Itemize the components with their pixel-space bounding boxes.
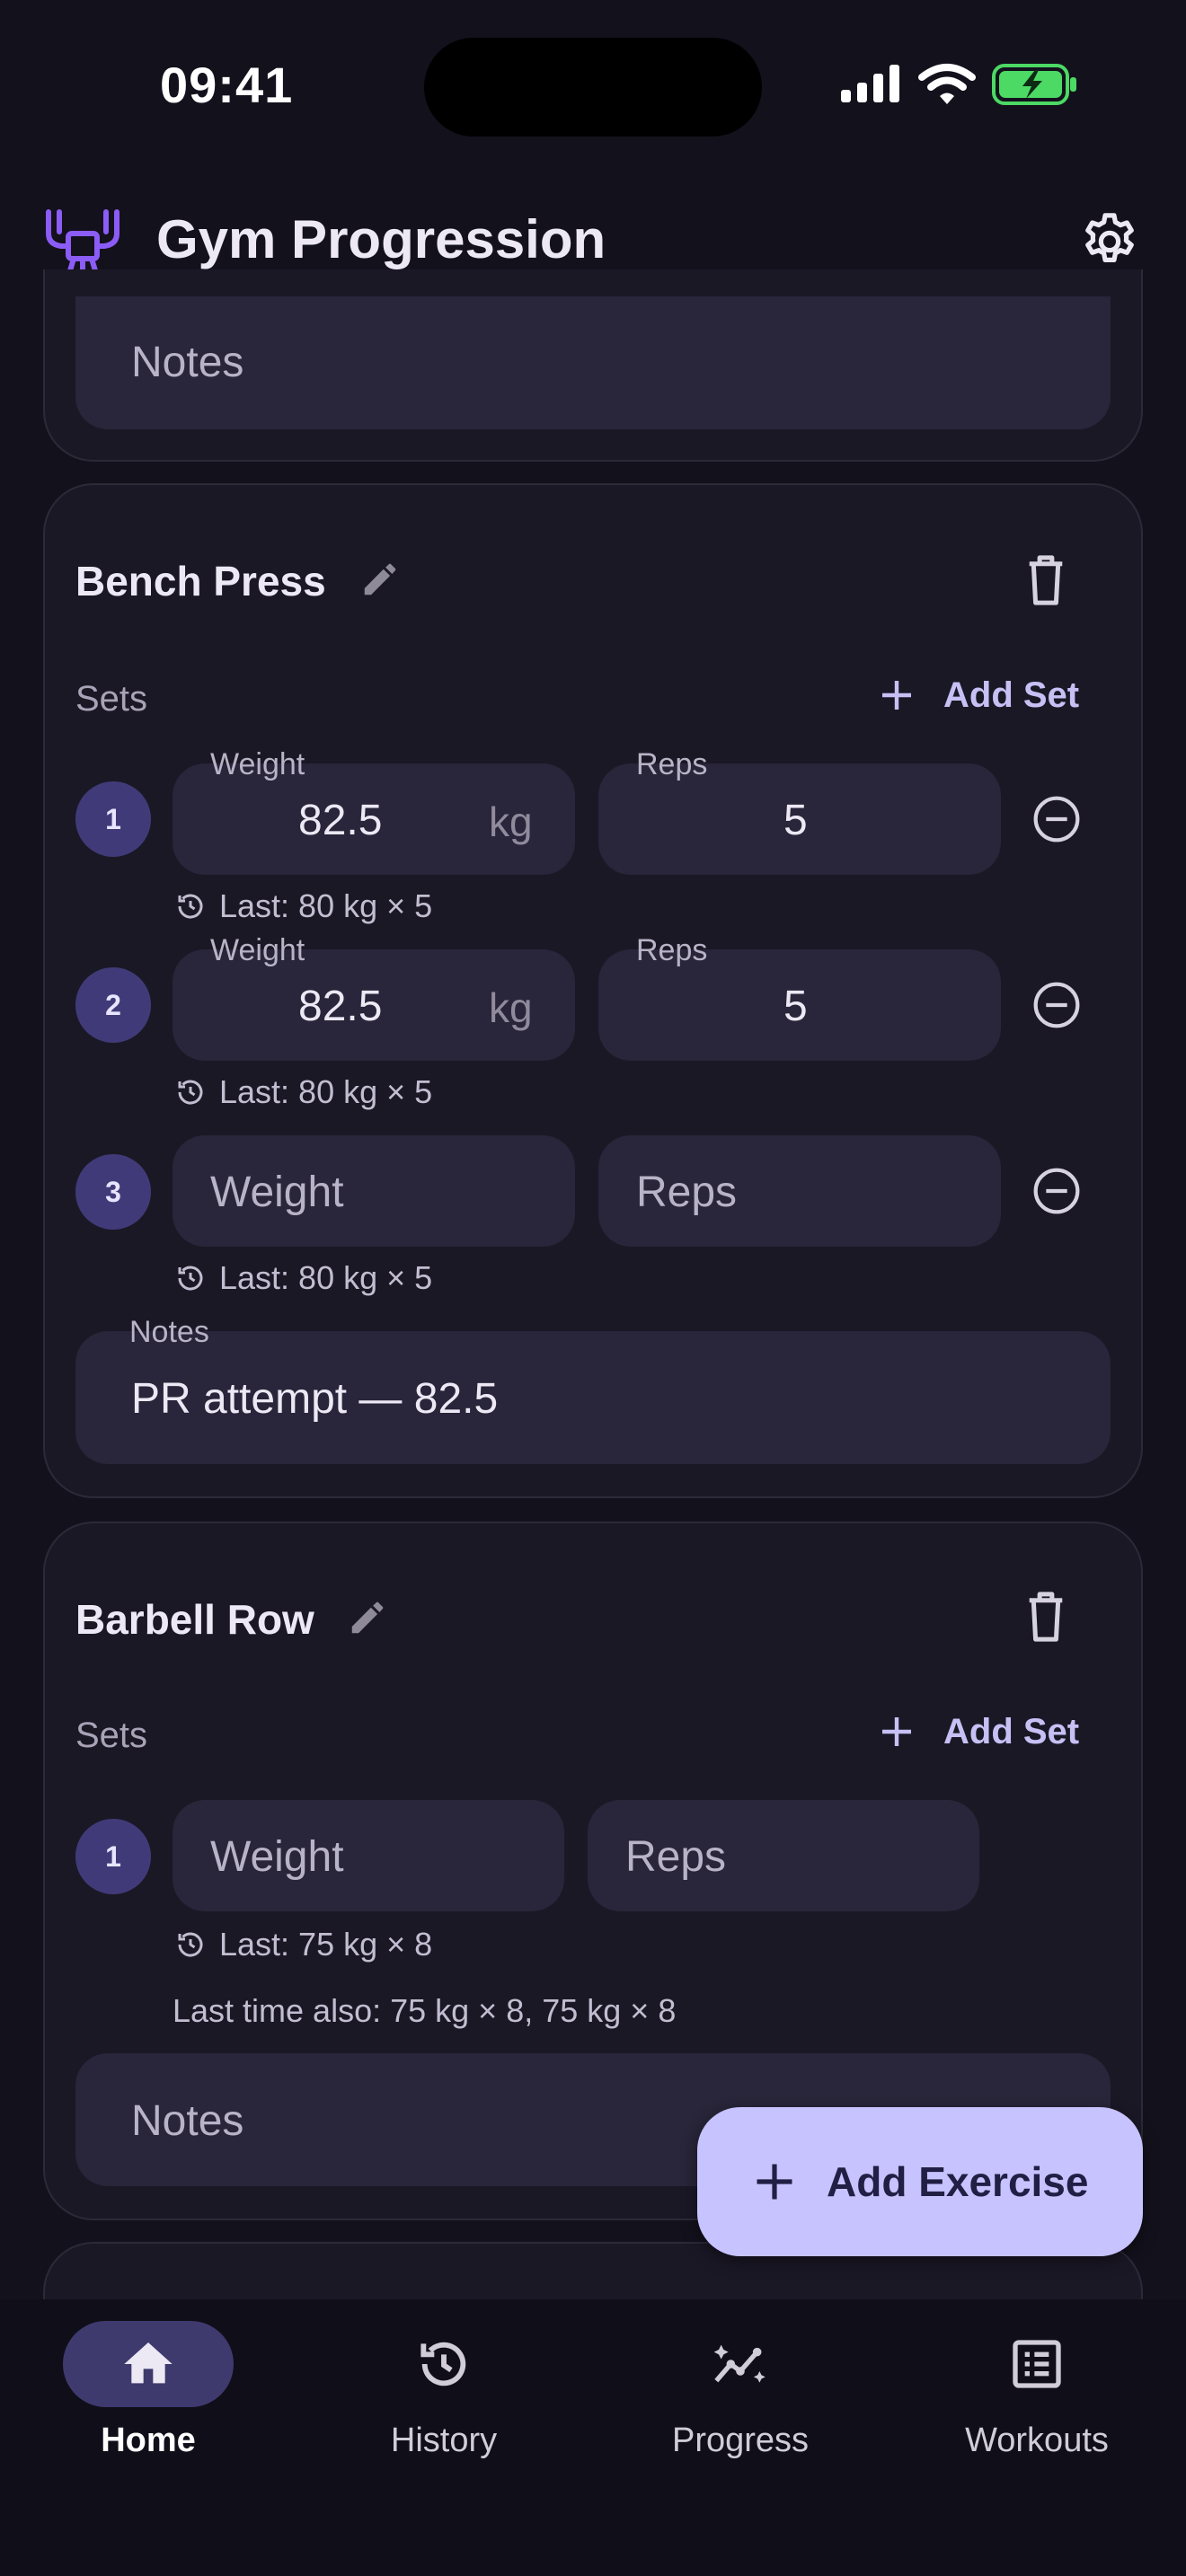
set-number-badge: 1 — [75, 781, 151, 857]
sets-label: Sets — [75, 1716, 148, 1755]
reps-value: 5 — [783, 797, 808, 844]
last-hint: Last: 80 kg × 5 — [174, 1073, 432, 1111]
weight-placeholder: Weight — [210, 1169, 344, 1216]
weight-unit: kg — [489, 798, 533, 845]
battery-icon — [992, 63, 1078, 110]
last-text: Last: 80 kg × 5 — [219, 1259, 433, 1296]
remove-set-icon[interactable] — [1031, 794, 1082, 849]
plus-icon — [882, 1717, 911, 1746]
history-icon — [178, 1266, 203, 1291]
last-text: Last: 80 kg × 5 — [219, 887, 433, 924]
reps-placeholder: Reps — [625, 1833, 727, 1881]
add-set-button[interactable]: Add Set — [875, 674, 1079, 717]
weight-placeholder: Weight — [210, 1833, 344, 1881]
reps-label: Reps — [636, 747, 708, 781]
notes-label: Notes — [129, 1315, 209, 1349]
last-hint: Last: 80 kg × 5 — [174, 887, 432, 925]
nav-progress[interactable]: Progress — [633, 2422, 848, 2460]
edit-pencil-icon[interactable] — [347, 1597, 388, 1643]
list-icon[interactable] — [1008, 2335, 1066, 2397]
progress-chart-icon[interactable] — [712, 2335, 769, 2397]
signal-icon — [839, 63, 902, 109]
last-text: Last: 75 kg × 8 — [219, 1926, 433, 1963]
weight-value: 82.5 — [298, 797, 383, 844]
history-icon[interactable] — [415, 2335, 473, 2397]
nav-workouts[interactable]: Workouts — [929, 2422, 1145, 2460]
trash-icon[interactable] — [1021, 551, 1071, 613]
last-time-also: Last time also: 75 kg × 8, 75 kg × 8 — [173, 1992, 677, 2029]
add-set-button[interactable]: Add Set — [875, 1710, 1079, 1753]
add-set-label: Add Set — [943, 1711, 1080, 1751]
reps-placeholder: Reps — [636, 1169, 738, 1216]
remove-set-icon[interactable] — [1031, 1166, 1082, 1221]
nav-history[interactable]: History — [336, 2422, 552, 2460]
dynamic-island — [424, 38, 762, 137]
weight-value: 82.5 — [298, 983, 383, 1030]
exercise-name: Barbell Row — [75, 1596, 314, 1643]
history-icon — [178, 894, 203, 919]
weight-label: Weight — [210, 933, 305, 967]
add-set-label: Add Set — [943, 675, 1080, 715]
set-number-badge: 1 — [75, 1819, 151, 1894]
notes-placeholder: Notes — [131, 339, 244, 386]
plus-icon — [757, 2164, 792, 2200]
remove-set-icon[interactable] — [1031, 980, 1082, 1035]
wifi-icon — [918, 63, 976, 110]
app-title: Gym Progression — [156, 209, 606, 269]
reps-field[interactable]: Reps — [588, 1800, 979, 1911]
edit-pencil-icon[interactable] — [359, 559, 401, 604]
home-icon[interactable] — [119, 2335, 177, 2397]
weight-label: Weight — [210, 747, 305, 781]
exercise-name: Bench Press — [75, 558, 326, 604]
history-icon — [178, 1932, 203, 1957]
weight-field[interactable]: Weight — [173, 1800, 564, 1911]
weight-field[interactable]: Weight — [173, 1135, 575, 1247]
add-exercise-label: Add Exercise — [827, 2158, 1089, 2205]
reps-label: Reps — [636, 933, 708, 967]
plus-icon — [882, 681, 911, 710]
reps-value: 5 — [783, 983, 808, 1030]
status-time: 09:41 — [160, 57, 294, 113]
last-text: Last: 80 kg × 5 — [219, 1073, 433, 1110]
last-hint: Last: 80 kg × 5 — [174, 1259, 432, 1297]
nav-home[interactable]: Home — [40, 2422, 256, 2460]
history-icon — [178, 1080, 203, 1105]
set-number-badge: 2 — [75, 967, 151, 1043]
notes-field[interactable]: PR attempt — 82.5 — [75, 1331, 1111, 1464]
last-hint: Last: 75 kg × 8 — [174, 1926, 432, 1963]
set-number-badge: 3 — [75, 1154, 151, 1230]
add-exercise-button[interactable]: Add Exercise — [697, 2107, 1143, 2256]
notes-field[interactable]: Notes — [75, 296, 1111, 429]
trash-icon[interactable] — [1021, 1588, 1071, 1650]
gear-icon[interactable] — [1078, 210, 1141, 278]
sets-label: Sets — [75, 679, 148, 719]
notes-value: PR attempt — 82.5 — [131, 1375, 499, 1423]
weight-unit: kg — [489, 984, 533, 1031]
notes-placeholder: Notes — [131, 2097, 244, 2145]
reps-field[interactable]: Reps — [598, 1135, 1001, 1247]
